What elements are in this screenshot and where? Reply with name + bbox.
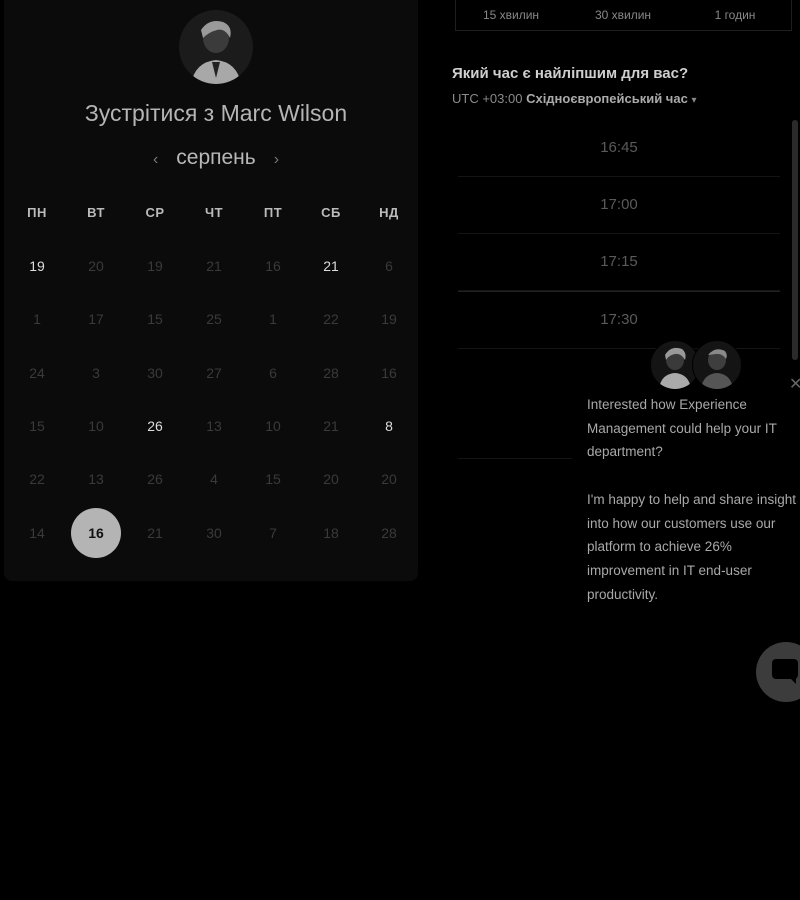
- close-icon[interactable]: ✕: [789, 374, 800, 394]
- calendar-day: 10: [88, 418, 104, 434]
- time-slot[interactable]: 16:45: [458, 120, 780, 177]
- calendar-day: 16: [381, 365, 397, 381]
- calendar-day: 25: [206, 311, 222, 327]
- calendar-day: 10: [265, 418, 281, 434]
- calendar-day: 1: [33, 311, 41, 327]
- chat-paragraph: Interested how Experience Management cou…: [587, 397, 777, 460]
- weekday-header: СБ: [321, 205, 341, 220]
- calendar-day: 13: [206, 418, 222, 434]
- calendar-day: 26: [147, 471, 163, 487]
- weekday-header: ПТ: [263, 205, 283, 220]
- calendar-day: 30: [206, 525, 222, 541]
- time-heading: Який час є найліпшим для вас?: [452, 65, 689, 82]
- chat-paragraph: I'm happy to help and share insight into…: [587, 491, 796, 602]
- host-avatar: [179, 10, 253, 84]
- tz-name: Східноєвропейський час: [526, 91, 688, 106]
- month-navigator: ‹ серпень ›: [4, 146, 428, 170]
- calendar-day: 17: [88, 311, 104, 327]
- calendar-day: 15: [29, 418, 45, 434]
- timezone-selector[interactable]: UTC +03:00 Східноєвропейський час ▾: [452, 91, 696, 106]
- calendar-day: 6: [385, 258, 393, 274]
- calendar-day: 22: [323, 311, 339, 327]
- selected-day[interactable]: 16: [71, 508, 121, 558]
- chat-bubble-icon: [772, 659, 798, 684]
- calendar-day: 15: [265, 471, 281, 487]
- next-month-icon[interactable]: ›: [256, 151, 297, 168]
- calendar-day: 14: [29, 525, 45, 541]
- calendar-day: 7: [269, 525, 277, 541]
- weekday-header: ЧТ: [204, 205, 224, 220]
- calendar-day: 21: [147, 525, 163, 541]
- calendar-day: 30: [147, 365, 163, 381]
- weekday-header: НД: [379, 205, 399, 220]
- chat-avatars: [650, 340, 745, 390]
- calendar-day[interactable]: 21: [306, 241, 356, 291]
- calendar-day: 1: [269, 311, 277, 327]
- calendar-day[interactable]: 26: [130, 401, 180, 451]
- calendar-day: 22: [29, 471, 45, 487]
- calendar-panel: Зустрітися з Marc Wilson ‹ серпень › ПН ВТ С…: [4, 0, 418, 581]
- weekday-header: СР: [145, 205, 165, 220]
- calendar-day: 24: [29, 365, 45, 381]
- slots-scrollbar[interactable]: [792, 120, 798, 360]
- month-label: серпень: [176, 146, 256, 169]
- prev-month-icon[interactable]: ‹: [135, 151, 176, 168]
- slot-divider: [458, 458, 574, 459]
- tab-1-hour[interactable]: 1 годин: [680, 8, 790, 22]
- calendar-day[interactable]: 8: [364, 401, 414, 451]
- calendar-day: 15: [147, 311, 163, 327]
- calendar-day: 18: [323, 525, 339, 541]
- time-slot[interactable]: 17:00: [458, 177, 780, 234]
- calendar-day: 28: [323, 365, 339, 381]
- calendar-day: 19: [147, 258, 163, 274]
- calendar-day: 4: [210, 471, 218, 487]
- calendar-day[interactable]: 19: [12, 241, 62, 291]
- scrollbar-thumb[interactable]: [792, 120, 798, 360]
- calendar-day: 3: [92, 365, 100, 381]
- calendar-day: 20: [323, 471, 339, 487]
- weekday-header: ВТ: [87, 205, 105, 220]
- calendar-day: 16: [265, 258, 281, 274]
- tz-offset: UTC +03:00: [452, 91, 523, 106]
- tab-15-min[interactable]: 15 хвилин: [456, 8, 566, 22]
- calendar-day: 20: [88, 258, 104, 274]
- calendar-day: 20: [381, 471, 397, 487]
- calendar-day: 19: [381, 311, 397, 327]
- calendar-day: 28: [381, 525, 397, 541]
- chat-launcher-button[interactable]: [756, 642, 800, 702]
- chevron-down-icon: ▾: [691, 95, 697, 106]
- calendar-day: 6: [269, 365, 277, 381]
- time-slot[interactable]: 17:15: [458, 234, 780, 291]
- calendar-day: 21: [323, 418, 339, 434]
- tab-30-min[interactable]: 30 хвилин: [568, 8, 678, 22]
- page-title: Зустрітися з Marc Wilson: [84, 100, 348, 126]
- weekday-header: ПН: [27, 205, 47, 220]
- calendar-day: 13: [88, 471, 104, 487]
- avatar: [692, 340, 742, 390]
- chat-message: Interested how Experience Management cou…: [587, 393, 800, 630]
- calendar-day: 21: [206, 258, 222, 274]
- duration-tabs: 15 хвилин 30 хвилин 1 годин: [455, 0, 792, 31]
- calendar-day: 27: [206, 365, 222, 381]
